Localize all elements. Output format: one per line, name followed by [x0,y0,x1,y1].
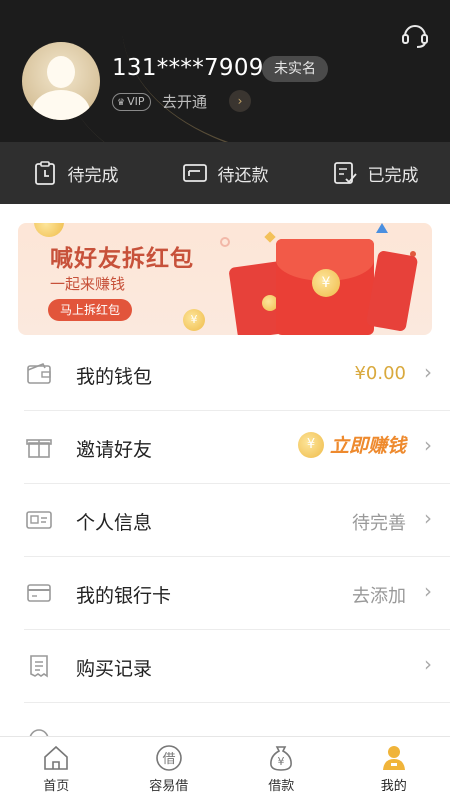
avatar-body [32,90,90,120]
avatar[interactable] [22,42,100,120]
menu-item-partial[interactable] [0,703,450,736]
nav-mine[interactable]: 我的 [338,737,450,800]
chevron-right-icon: › [424,652,432,676]
triangle-decoration [376,223,388,233]
nav-mine-label: 我的 [380,779,407,794]
user-icon [382,746,405,770]
vip-label: VIP [127,95,145,108]
bottom-nav: 首页 借 容易借 ¥ 借款 我的 [0,736,450,800]
borrow-icon: 借 [155,745,182,771]
nav-home[interactable]: 首页 [0,737,113,800]
crown-icon: ♛ [117,98,126,108]
sparkle-decoration [264,231,276,243]
menu-bank-card[interactable]: 我的银行卡 去添加 › [0,557,450,630]
invite-banner[interactable]: 喊好友拆红包 一起来赚钱 马上拆红包 ¥ ¥ [18,223,432,335]
menu-wallet-label: 我的钱包 [76,366,153,388]
order-status-bar: 待完成 待还款 已完成 [0,142,450,204]
wallet-icon [27,362,51,384]
red-envelope-main: ¥ [276,239,374,335]
wallet-balance: ¥0.00 [354,363,406,384]
avatar-head [47,56,75,88]
menu-purchase-history-label: 购买记录 [76,658,153,680]
money-bag-glyph: ¥ [278,755,285,768]
nav-loan[interactable]: ¥ 借款 [225,737,338,800]
menu-invite-label: 邀请好友 [76,439,153,461]
settings-icon [29,729,49,736]
nav-loan-label: 借款 [268,779,295,794]
chevron-right-icon[interactable]: › [229,90,251,112]
vip-open-link[interactable]: 去开通 [162,91,207,112]
open-red-packet-button[interactable]: 马上拆红包 [48,299,133,321]
menu-invite[interactable]: 邀请好友 ¥ 立即赚钱 › [0,411,450,484]
menu-personal-info[interactable]: 个人信息 待完善 › [0,484,450,557]
vip-badge: ♛ VIP [112,93,152,111]
personal-info-status: 待完善 [352,513,406,534]
status-pending[interactable]: 待完成 [0,142,150,204]
id-card-icon [26,511,52,529]
nav-easy-borrow[interactable]: 借 容易借 [113,737,226,800]
phone-number: 131****7909 [112,55,264,81]
nav-easy-borrow-label: 容易借 [149,779,189,794]
coin-decoration [34,223,64,237]
menu-personal-info-label: 个人信息 [76,512,153,534]
card-return-icon [182,164,207,182]
status-done[interactable]: 已完成 [300,142,450,204]
chevron-right-icon: › [424,579,432,603]
chevron-right-icon: › [424,360,432,384]
home-icon [44,745,69,770]
headset-icon[interactable] [400,20,430,50]
clipboard-check-icon [333,162,357,184]
coin-decoration: ¥ [312,269,340,297]
main-content: 喊好友拆红包 一起来赚钱 马上拆红包 ¥ ¥ 我的钱包 ¥0.00 › 邀请好友… [0,204,450,736]
gift-icon [26,439,52,458]
status-pending-label: 待完成 [67,165,119,186]
earn-now-label: 立即赚钱 [329,435,406,457]
circle-decoration [220,237,230,247]
money-bag-icon: ¥ [270,746,293,771]
chevron-right-icon: › [424,433,432,457]
menu-purchase-history[interactable]: 购买记录 › [0,630,450,703]
chevron-right-icon: › [424,506,432,530]
menu-bank-card-label: 我的银行卡 [76,585,172,607]
bank-card-action: 去添加 [352,586,406,607]
borrow-glyph: 借 [162,752,175,767]
receipt-icon [30,655,48,678]
banner-title: 喊好友拆红包 [50,246,194,272]
coin-decoration: ¥ [183,309,205,331]
real-name-badge[interactable]: 未实名 [262,56,328,82]
profile-header: 131****7909 未实名 ♛ VIP 去开通 › [0,0,450,142]
status-repay-label: 待还款 [217,165,269,186]
coin-icon: ¥ [297,431,324,458]
menu-wallet[interactable]: 我的钱包 ¥0.00 › [0,338,450,411]
earn-now[interactable]: ¥ 立即赚钱 [297,431,406,458]
clipboard-clock-icon [34,161,55,185]
status-done-label: 已完成 [367,165,419,186]
bank-card-icon [27,584,51,602]
status-repay[interactable]: 待还款 [150,142,300,204]
nav-home-label: 首页 [43,779,70,794]
banner-subtitle: 一起来赚钱 [50,275,126,293]
